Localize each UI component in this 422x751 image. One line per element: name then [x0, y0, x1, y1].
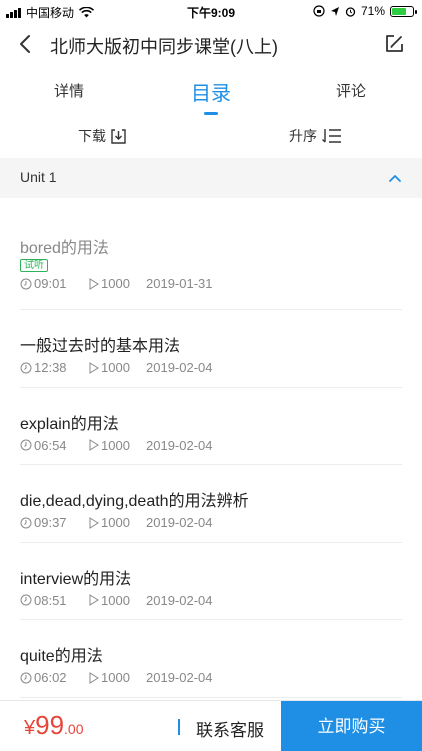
lesson-duration: 06:54 [34, 437, 67, 453]
status-bar: 中国移动 下午9:09 71% [0, 0, 422, 22]
lesson-title: die,dead,dying,death的用法辨析 [20, 493, 249, 510]
unit-header[interactable]: Unit 1 [0, 158, 422, 198]
edit-icon[interactable] [382, 32, 406, 56]
lesson-title: interview的用法 [20, 570, 132, 588]
play-icon [89, 594, 99, 606]
price-decimal: .00 [64, 721, 84, 737]
contact-service-button[interactable]: 联系客服 [196, 716, 264, 741]
download-icon [111, 128, 126, 144]
lesson-duration: 12:38 [34, 360, 67, 375]
tab-comments[interactable]: 评论 [336, 80, 366, 101]
lesson-plays: 1000 [101, 515, 130, 530]
lesson-title: explain的用法 [20, 415, 119, 433]
battery-percent: 71% [360, 4, 385, 18]
play-icon [89, 671, 99, 684]
buy-now-button[interactable]: 立即购买 [281, 701, 422, 751]
lesson-title: bored的用法 [20, 240, 109, 257]
clock-icon [20, 439, 32, 451]
lesson-meta: 06:54 1000 2019-02-04 [20, 438, 213, 453]
lesson-duration: 06:02 [34, 670, 67, 685]
lesson-plays: 1000 [101, 437, 130, 453]
purchase-bar: ¥ 99 .00 联系客服 立即购买 [0, 700, 422, 751]
back-icon[interactable] [14, 32, 38, 56]
lesson-date: 2019-02-04 [146, 670, 213, 685]
sort-button[interactable]: 升序 [289, 126, 343, 146]
lesson-plays: 1000 [101, 360, 130, 375]
lesson-date: 2019-01-31 [146, 276, 213, 291]
active-tab-indicator [204, 112, 218, 115]
lesson-date: 2019-02-04 [146, 515, 213, 530]
play-icon [89, 277, 99, 290]
lesson-item[interactable]: explain的用法 06:54 1000 2019-02-04 [20, 388, 402, 465]
lesson-meta: 12:38 1000 2019-02-04 [20, 360, 213, 375]
clock-icon [20, 517, 32, 528]
price-currency: ¥ [24, 717, 36, 739]
tab-details[interactable]: 详情 [54, 80, 84, 101]
lesson-meta: 09:01 1000 2019-01-31 [20, 276, 213, 291]
clock-icon [20, 362, 32, 373]
lesson-item[interactable]: 一般过去时的基本用法 12:38 1000 2019-02-04 [20, 310, 402, 388]
nav-bar: 北师大版初中同步课堂(八上) [0, 22, 422, 66]
location-icon [330, 6, 339, 16]
download-button[interactable]: 下载 [78, 126, 127, 146]
lesson-plays: 1000 [101, 276, 130, 291]
lesson-plays: 1000 [101, 592, 130, 608]
lesson-list: bored的用法 试听 09:01 1000 2019-01-31 一般过去时的… [0, 210, 422, 698]
sort-ascending-icon [322, 129, 341, 143]
chevron-up-icon[interactable] [388, 171, 402, 185]
tab-bar: 详情 目录 评论 [0, 70, 422, 118]
tab-catalog[interactable]: 目录 [191, 77, 231, 106]
clock-icon [20, 594, 32, 606]
lesson-title: quite的用法 [20, 648, 103, 665]
lesson-date: 2019-02-04 [146, 360, 213, 375]
lesson-item[interactable]: interview的用法 08:51 1000 2019-02-04 [20, 543, 402, 620]
lesson-meta: 09:37 1000 2019-02-04 [20, 515, 213, 530]
unit-title: Unit 1 [20, 169, 57, 185]
sort-label: 升序 [289, 128, 317, 144]
lesson-item[interactable]: quite的用法 06:02 1000 2019-02-04 [20, 620, 402, 698]
lock-rotation-icon [313, 5, 325, 17]
price-integer: 99 [35, 710, 65, 740]
lesson-meta: 08:51 1000 2019-02-04 [20, 593, 213, 608]
divider [178, 719, 180, 735]
play-icon [89, 361, 99, 374]
catalog-toolbar: 下载 升序 [0, 118, 422, 156]
lesson-item[interactable]: die,dead,dying,death的用法辨析 09:37 1000 201… [20, 465, 402, 543]
play-icon [89, 516, 99, 529]
alarm-icon [345, 6, 356, 17]
lesson-meta: 06:02 1000 2019-02-04 [20, 670, 213, 685]
battery-icon [390, 5, 417, 17]
clock-icon [20, 672, 32, 683]
page-title: 北师大版初中同步课堂(八上) [50, 37, 278, 57]
lesson-title: 一般过去时的基本用法 [20, 338, 181, 355]
lesson-duration: 09:37 [34, 515, 67, 530]
price: ¥ 99 .00 [24, 710, 84, 741]
trial-badge: 试听 [20, 259, 48, 272]
lesson-date: 2019-02-04 [146, 592, 213, 608]
lesson-duration: 09:01 [34, 276, 67, 291]
lesson-plays: 1000 [101, 670, 130, 685]
download-label: 下载 [78, 128, 106, 144]
lesson-duration: 08:51 [34, 592, 67, 608]
clock-icon [20, 278, 32, 289]
lesson-date: 2019-02-04 [146, 437, 213, 453]
lesson-item[interactable]: bored的用法 试听 09:01 1000 2019-01-31 [20, 210, 402, 310]
play-icon [89, 439, 99, 451]
